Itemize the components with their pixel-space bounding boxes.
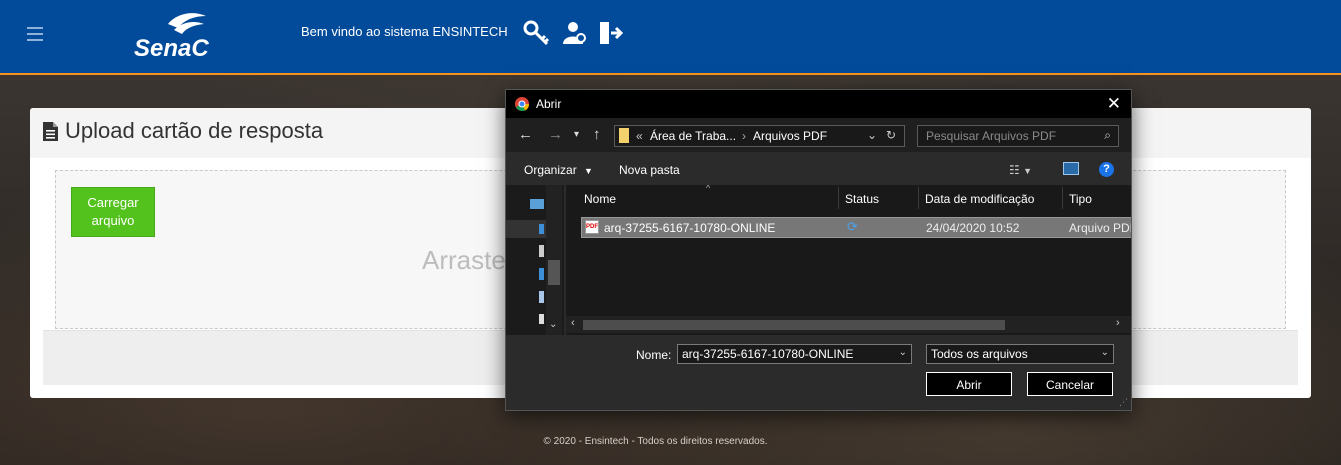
- documents-icon[interactable]: [539, 245, 544, 257]
- menu-icon[interactable]: [27, 27, 43, 45]
- new-folder-button[interactable]: Nova pasta: [619, 163, 680, 177]
- page-title-text: Upload cartão de resposta: [65, 118, 324, 143]
- forward-arrow-icon[interactable]: →: [548, 126, 563, 143]
- computer-icon[interactable]: [530, 199, 544, 209]
- senac-logo: SenaC: [134, 10, 216, 65]
- dialog-title: Abrir: [536, 97, 562, 111]
- address-prefix: «: [636, 129, 643, 143]
- drive-icon[interactable]: [539, 314, 544, 324]
- file-name: arq-37255-6167-10780-ONLINE: [604, 221, 776, 235]
- column-type[interactable]: Tipo: [1069, 192, 1092, 206]
- desktop-icon[interactable]: [539, 224, 544, 234]
- recent-dropdown-icon[interactable]: ▾: [574, 129, 579, 140]
- organize-menu[interactable]: Organizar ▼: [524, 163, 593, 177]
- breadcrumb-separator-icon: ›: [742, 129, 746, 143]
- key-icon[interactable]: [523, 20, 550, 51]
- view-options-icon[interactable]: ☷ ▼: [1009, 163, 1032, 177]
- navigation-row: ← → ▾ ↑ « Área de Traba... › Arquivos PD…: [506, 118, 1131, 152]
- column-status[interactable]: Status: [845, 192, 879, 206]
- resize-grip-icon[interactable]: ⋰: [1119, 397, 1128, 408]
- breadcrumb-desktop[interactable]: Área de Traba...: [650, 129, 736, 143]
- dialog-toolbar: Organizar ▼ Nova pasta ☷ ▼ ?: [506, 154, 1131, 184]
- pdf-icon: PDF: [585, 220, 599, 234]
- chevron-down-icon: ▼: [584, 166, 593, 176]
- cancel-button[interactable]: Cancelar: [1027, 372, 1113, 396]
- filetype-select[interactable]: Todos os arquivos ⌄: [926, 344, 1114, 364]
- filename-label: Nome:: [636, 348, 672, 362]
- nav-scrollbar[interactable]: ⌄: [546, 185, 562, 335]
- chevron-down-icon[interactable]: ⌄: [1101, 347, 1109, 358]
- upload-file-button[interactable]: Carregar arquivo: [71, 187, 155, 237]
- top-bar: SenaC Bem vindo ao sistema ENSINTECH: [0, 0, 1341, 75]
- scrollbar-thumb[interactable]: [583, 320, 1005, 330]
- filetype-value: Todos os arquivos: [931, 347, 1028, 361]
- address-dropdown-icon[interactable]: ⌄: [867, 128, 877, 142]
- column-header: Nome ^ Status Data de modificação Tipo: [566, 185, 1131, 211]
- up-arrow-icon[interactable]: ↑: [593, 126, 601, 143]
- close-icon[interactable]: ✕: [1107, 94, 1121, 114]
- preview-pane-icon[interactable]: [1063, 162, 1079, 178]
- chrome-icon: [515, 97, 529, 111]
- sort-indicator-icon: ^: [706, 185, 711, 193]
- nav-scrollbar-thumb[interactable]: [548, 260, 560, 285]
- scroll-left-icon[interactable]: ‹: [571, 317, 575, 329]
- downloads-icon[interactable]: [539, 268, 544, 280]
- address-bar[interactable]: « Área de Traba... › Arquivos PDF ⌄ ↻: [614, 125, 905, 147]
- breadcrumb-pdf-folder[interactable]: Arquivos PDF: [753, 129, 827, 143]
- page-footer: © 2020 - Ensintech - Todos os direitos r…: [0, 436, 1341, 447]
- back-arrow-icon[interactable]: ←: [518, 126, 533, 143]
- navigation-pane[interactable]: ⌄: [506, 185, 564, 335]
- file-row[interactable]: PDF arq-37255-6167-10780-ONLINE ⟳ 24/04/…: [581, 217, 1131, 238]
- search-icon: ⌕: [1104, 128, 1111, 142]
- search-input[interactable]: Pesquisar Arquivos PDF: [926, 129, 1056, 143]
- file-type: Arquivo PDF: [1069, 221, 1131, 235]
- dialog-bottom: Nome: arq-37255-6167-10780-ONLINE ⌄ Todo…: [506, 335, 1131, 410]
- file-icon: [43, 121, 58, 141]
- scroll-right-icon[interactable]: ›: [1116, 317, 1120, 329]
- chevron-down-icon[interactable]: ⌄: [899, 347, 907, 358]
- drop-hint-text: Arraste: [422, 245, 506, 275]
- search-box[interactable]: Pesquisar Arquivos PDF ⌕: [917, 125, 1119, 147]
- sync-status-icon: ⟳: [847, 219, 858, 234]
- page-title: Upload cartão de resposta: [42, 118, 323, 144]
- logout-icon[interactable]: [598, 20, 624, 51]
- chevron-down-icon[interactable]: ⌄: [549, 319, 557, 330]
- help-icon[interactable]: ?: [1099, 161, 1114, 177]
- horizontal-scrollbar[interactable]: ‹ ›: [566, 316, 1131, 333]
- organize-label: Organizar: [524, 163, 577, 177]
- column-name[interactable]: Nome: [584, 192, 616, 206]
- open-button[interactable]: Abrir: [926, 372, 1012, 396]
- column-date[interactable]: Data de modificação: [925, 192, 1034, 206]
- filename-input[interactable]: arq-37255-6167-10780-ONLINE ⌄: [677, 344, 912, 364]
- open-file-dialog: Abrir ✕ ← → ▾ ↑ « Área de Traba... › Arq…: [505, 89, 1132, 411]
- welcome-text: Bem vindo ao sistema ENSINTECH: [301, 24, 508, 39]
- file-date: 24/04/2020 10:52: [926, 221, 1020, 235]
- svg-text:SenaC: SenaC: [134, 35, 209, 60]
- copyright-text: © 2020 - Ensintech - Todos os direitos r…: [543, 436, 768, 447]
- file-list: Nome ^ Status Data de modificação Tipo P…: [566, 185, 1131, 335]
- music-icon[interactable]: [539, 291, 544, 303]
- refresh-icon[interactable]: ↻: [886, 128, 896, 142]
- dialog-titlebar[interactable]: Abrir ✕: [506, 90, 1131, 118]
- users-gear-icon[interactable]: [561, 20, 587, 51]
- filename-value: arq-37255-6167-10780-ONLINE: [682, 347, 854, 361]
- folder-icon: [619, 128, 629, 143]
